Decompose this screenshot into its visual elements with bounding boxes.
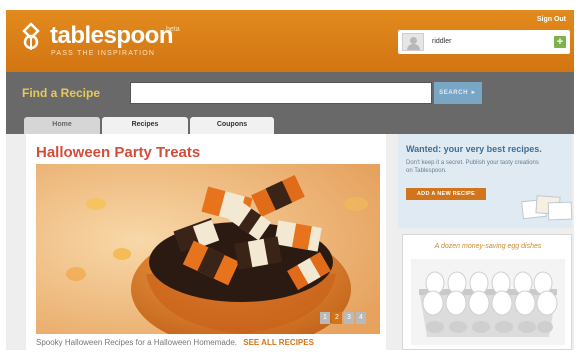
browser-viewport: tablespoon beta PASS THE INSPIRATION Sig… (6, 10, 574, 350)
search-input[interactable] (130, 82, 432, 104)
search-button[interactable]: SEARCH ► (434, 82, 482, 104)
tab-coupons[interactable]: Coupons (190, 117, 274, 134)
feature-image[interactable]: 1 2 3 4 (36, 164, 380, 334)
find-recipe-bar: Find a Recipe SEARCH ► (6, 72, 574, 114)
user-box[interactable]: riddler + (398, 30, 570, 54)
site-header: tablespoon beta PASS THE INSPIRATION Sig… (6, 10, 574, 72)
wanted-recipes-panel: Wanted: your very best recipes. Don't ke… (398, 134, 573, 228)
sign-out-link[interactable]: Sign Out (537, 16, 566, 23)
page-3-button[interactable]: 3 (344, 312, 354, 324)
tagline: PASS THE INSPIRATION (51, 50, 156, 57)
find-recipe-label: Find a Recipe (22, 86, 101, 100)
egg-dishes-ad[interactable]: A dozen money-saving egg dishes (402, 234, 572, 350)
page-1-button[interactable]: 1 (320, 312, 330, 324)
halloween-treats-image (36, 164, 380, 334)
recipe-cards-illustration (521, 192, 573, 222)
feature-caption: Spooky Halloween Recipes for a Halloween… (36, 338, 314, 347)
arrow-icon: ► (470, 90, 477, 96)
egg-ad-title: A dozen money-saving egg dishes (434, 243, 542, 250)
slideshow-pager: 1 2 3 4 (320, 312, 366, 324)
page-2-button[interactable]: 2 (332, 312, 342, 324)
spoon-logo-icon (22, 22, 40, 50)
wanted-text: Don't keep it a secret. Publish your tas… (406, 160, 539, 174)
page-4-button[interactable]: 4 (356, 312, 366, 324)
plus-icon[interactable]: + (554, 36, 566, 48)
feature-title[interactable]: Halloween Party Treats (36, 144, 200, 161)
featured-card: Halloween Party Treats 1 2 3 4 Spooky Ha… (26, 134, 386, 350)
see-all-recipes-link[interactable]: SEE ALL RECIPES (243, 338, 314, 347)
nav-tabs: Home Recipes Coupons (6, 114, 574, 134)
site-logo[interactable]: tablespoon (50, 24, 174, 48)
username: riddler (432, 38, 452, 45)
tab-recipes[interactable]: Recipes (102, 117, 188, 134)
avatar[interactable] (402, 33, 424, 51)
wanted-title: Wanted: your very best recipes. (406, 144, 542, 154)
caption-text: Spooky Halloween Recipes for a Halloween… (36, 338, 237, 347)
beta-label: beta (166, 26, 180, 33)
egg-carton-image (411, 259, 565, 345)
search-button-label: SEARCH (439, 90, 469, 96)
tab-home[interactable]: Home (24, 117, 100, 134)
add-new-recipe-button[interactable]: ADD A NEW RECIPE (406, 188, 486, 200)
